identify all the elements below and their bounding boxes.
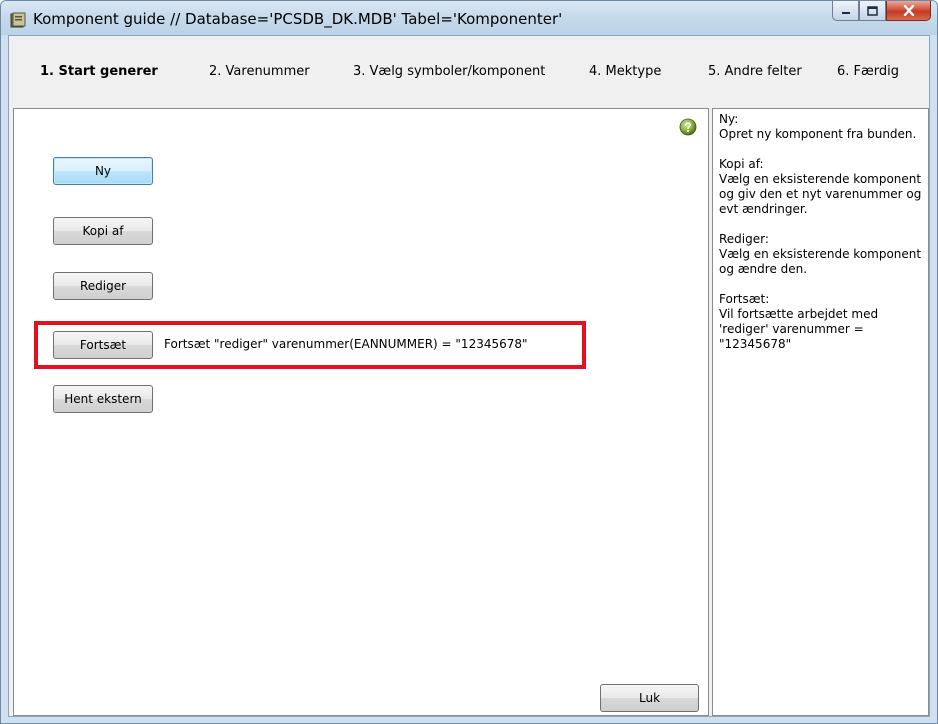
client-area: 1. Start generer 2. Varenummer 3. Vælg s… [8,35,930,717]
help-edit-text: Vælg en eksisterende komponent og ændre … [719,247,925,276]
help-copy: Kopi af: Vælg en eksisterende komponent … [719,157,922,217]
help-continue-heading: Fortsæt: [719,292,770,306]
maximize-icon [867,5,878,16]
app-book-icon [10,12,26,28]
question-mark-icon[interactable] [679,118,697,136]
fetch-external-button[interactable]: Hent ekstern [53,385,153,413]
close-window-button[interactable] [886,1,931,21]
help-edit-heading: Rediger: [719,232,769,246]
step-start-generer[interactable]: 1. Start generer [40,64,158,79]
wizard-steps: 1. Start generer 2. Varenummer 3. Vælg s… [9,36,929,96]
close-button[interactable]: Luk [600,684,699,712]
title-bar[interactable]: Komponent guide // Database='PCSDB_DK.MD… [1,1,937,35]
close-icon [903,5,914,16]
new-button[interactable]: Ny [53,157,153,185]
copy-from-button[interactable]: Kopi af [53,217,153,245]
help-new-text: Opret ny komponent fra bunden. [719,127,917,141]
help-copy-text: Vælg en eksisterende komponent og giv de… [719,172,926,216]
step-varenummer[interactable]: 2. Varenummer [209,64,310,79]
step-mektype[interactable]: 4. Mektype [589,64,661,79]
step-faerdig[interactable]: 6. Færdig [837,64,899,79]
app-window: Komponent guide // Database='PCSDB_DK.MD… [0,0,938,724]
step-andre-felter[interactable]: 5. Andre felter [708,64,802,79]
step-vaelg-symboler[interactable]: 3. Vælg symboler/komponent [353,64,545,79]
caption-buttons [832,1,931,23]
minimize-icon [841,11,850,14]
minimize-button[interactable] [832,1,859,21]
main-panel: Ny Kopi af Rediger Fortsæt Fortsæt "redi… [13,108,709,716]
window-title: Komponent guide // Database='PCSDB_DK.MD… [33,10,563,28]
help-new: Ny: Opret ny komponent fra bunden. [719,112,922,142]
help-new-heading: Ny: [719,112,739,126]
help-edit: Rediger: Vælg en eksisterende komponent … [719,232,922,277]
help-copy-heading: Kopi af: [719,157,764,171]
continue-highlight-box [34,321,586,369]
help-panel: Ny: Opret ny komponent fra bunden. Kopi … [712,108,929,716]
maximize-button[interactable] [859,1,886,21]
edit-button[interactable]: Rediger [53,272,153,300]
help-continue: Fortsæt: Vil fortsætte arbejdet med 'red… [719,292,922,352]
help-continue-text: Vil fortsætte arbejdet med 'rediger' var… [719,307,882,351]
